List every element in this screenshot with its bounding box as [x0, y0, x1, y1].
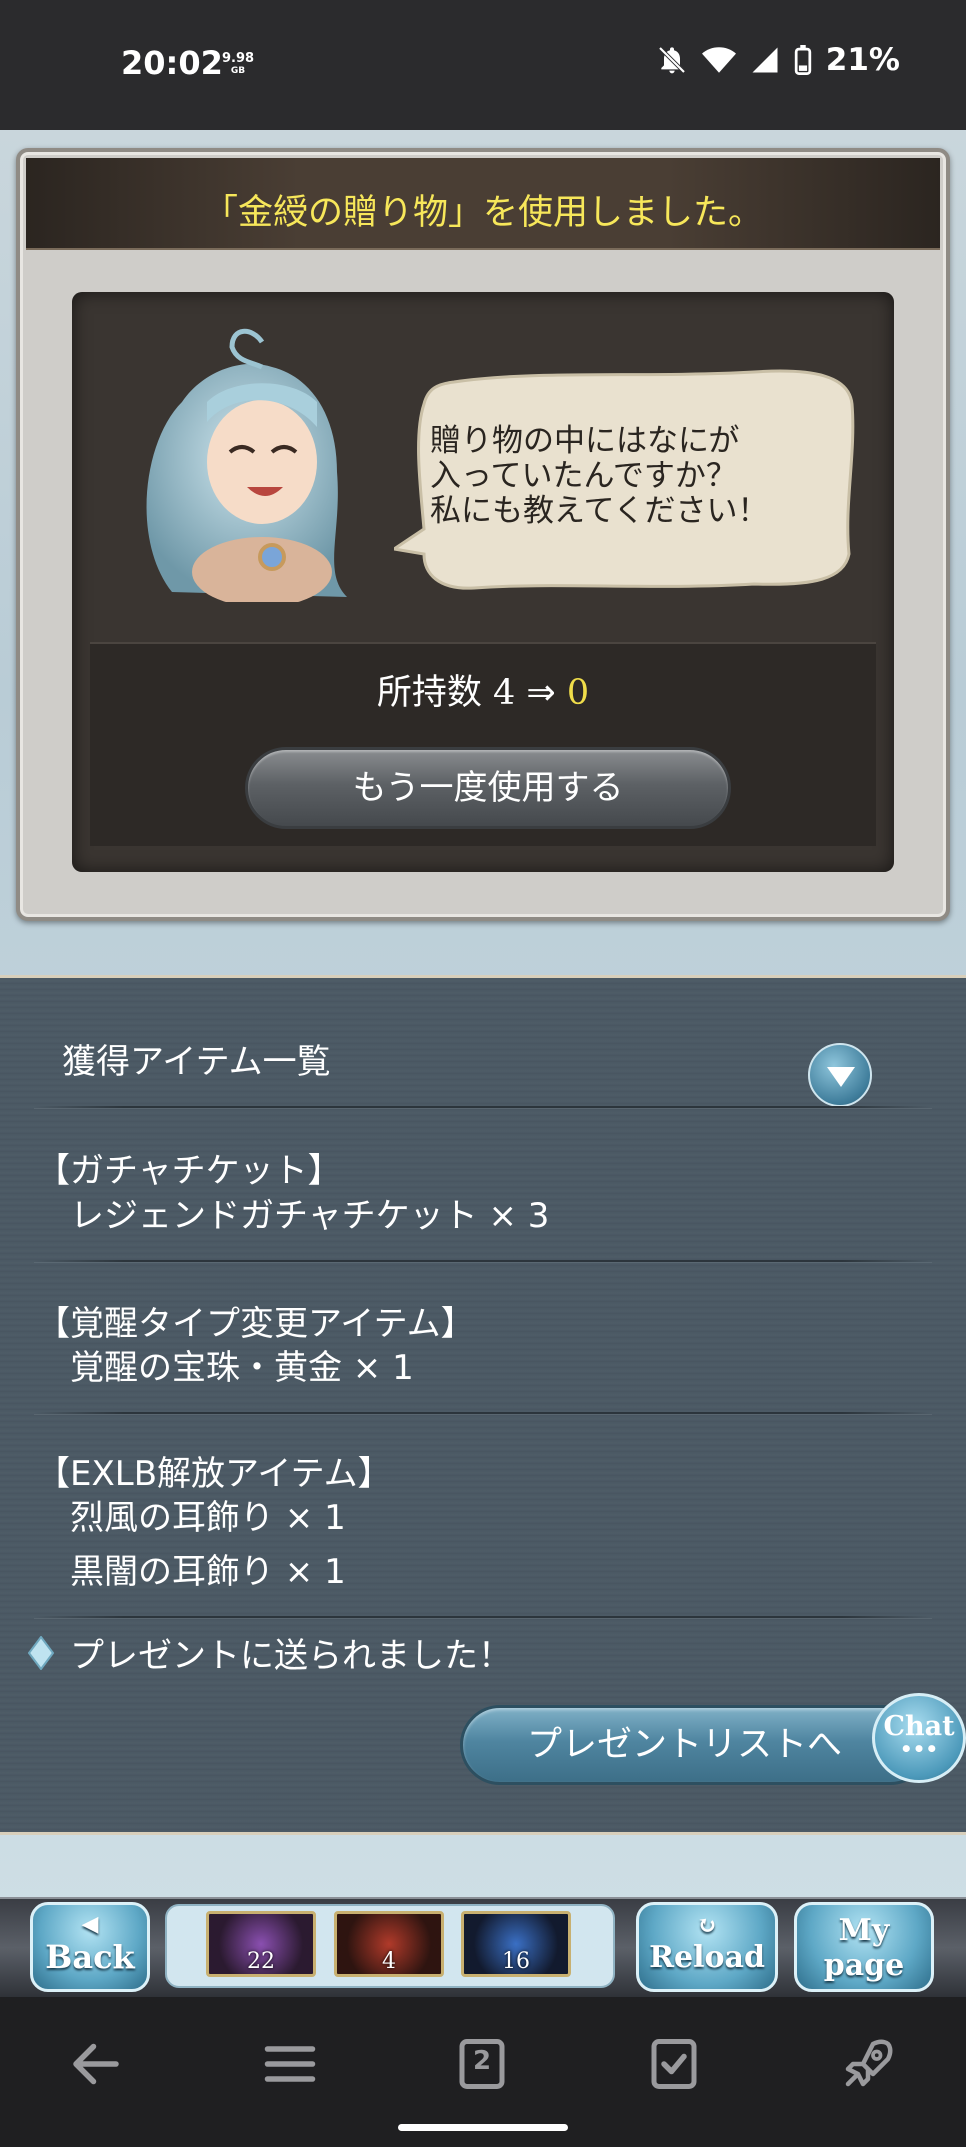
back-arrow-icon: ◀ — [81, 1911, 99, 1937]
quick-item-3[interactable]: 16 — [461, 1911, 571, 1977]
mypage-button[interactable]: My page — [794, 1902, 934, 1992]
owned-count-before: 4 — [492, 673, 516, 713]
memory-value: 9.98 — [222, 51, 255, 66]
present-list-button[interactable]: プレゼントリストへ — [460, 1705, 930, 1785]
notifications-off-icon — [658, 46, 686, 74]
owned-count: 所持数 4 ⇒ 0 — [72, 664, 894, 715]
quick-item-2[interactable]: 4 — [334, 1911, 444, 1977]
battery-percent: 21% — [825, 42, 900, 78]
wifi-icon — [701, 47, 736, 73]
dialog-header: 「金綬の贈り物」を使用しました。 — [26, 158, 940, 250]
item-category: 【ガチャチケット】 — [36, 1151, 342, 1191]
diamond-bullet-icon — [28, 1636, 54, 1670]
item-entry: レジェンドガチャチケット × 3 — [70, 1196, 550, 1236]
home-gesture-bar[interactable] — [398, 2124, 568, 2131]
character-portrait — [146, 328, 347, 602]
divider — [34, 1260, 932, 1262]
status-icons: 21% — [656, 42, 900, 78]
back-button[interactable]: ◀ Back — [30, 1902, 150, 1992]
item-entry: 烈風の耳飾り × 1 — [70, 1498, 346, 1538]
memory-unit: GB — [230, 66, 246, 76]
back-label: Back — [45, 1938, 135, 1976]
divider — [34, 1616, 932, 1618]
clock: 20:02 — [121, 44, 223, 82]
reload-label: Reload — [649, 1940, 765, 1975]
item-category: 【覚醒タイプ変更アイテム】 — [36, 1304, 475, 1344]
battery-icon — [794, 45, 811, 75]
divider — [34, 1106, 932, 1108]
memory-indicator: 9.98 GB — [222, 52, 254, 78]
dialog-title: 「金綬の贈り物」を使用しました。 — [202, 193, 763, 233]
item-entry: 覚醒の宝珠・黄金 × 1 — [70, 1348, 414, 1388]
item-entry: 黒闇の耳飾り × 1 — [70, 1552, 346, 1592]
status-bar: 20:02 9.98 GB 21% — [0, 0, 966, 130]
item-used-dialog: 「金綬の贈り物」を使用しました。 贈り物の中にはなにが 入っていたんですか？ 私… — [16, 148, 950, 921]
checkbox-icon[interactable] — [644, 2034, 704, 2094]
quick-item-count: 4 — [382, 1949, 396, 1974]
back-arrow-icon[interactable] — [66, 2034, 126, 2094]
mypage-label-top: My — [838, 1913, 890, 1948]
rocket-icon[interactable] — [838, 2034, 898, 2094]
signal-icon — [752, 47, 778, 73]
obtained-items-header: 獲得アイテム一覧 — [62, 1042, 331, 1082]
quick-item-count: 16 — [502, 1949, 530, 1974]
owned-count-arrow: ⇒ — [526, 673, 556, 713]
speech-text: 贈り物の中にはなにが 入っていたんですか？ 私にも教えてください！ — [430, 424, 830, 529]
reload-icon: ↻ — [696, 1910, 718, 1939]
speech-line: 入っていたんですか？ — [430, 458, 737, 494]
tabs-button[interactable]: 2 — [452, 2034, 512, 2094]
menu-icon[interactable] — [260, 2034, 320, 2094]
tab-count: 2 — [472, 2046, 492, 2076]
present-notice: プレゼントに送られました！ — [70, 1636, 512, 1676]
item-category: 【EXLB解放アイテム】 — [36, 1454, 392, 1494]
chat-dots-icon: ••• — [899, 1737, 939, 1761]
quick-item-count: 22 — [247, 1949, 275, 1974]
reload-button[interactable]: ↻ Reload — [636, 1902, 778, 1992]
chat-button[interactable]: Chat ••• — [872, 1693, 966, 1783]
speech-line: 私にも教えてください！ — [430, 493, 769, 529]
dialog-body: 贈り物の中にはなにが 入っていたんですか？ 私にも教えてください！ 所持数 4 … — [72, 292, 894, 872]
owned-count-after: 0 — [566, 673, 590, 713]
divider — [34, 1412, 932, 1414]
mypage-label-bottom: page — [823, 1948, 905, 1983]
speech-line: 贈り物の中にはなにが — [430, 423, 740, 459]
owned-count-label: 所持数 — [376, 673, 482, 713]
collapse-toggle-icon[interactable] — [808, 1043, 872, 1107]
quick-item-1[interactable]: 22 — [206, 1911, 316, 1977]
use-again-button[interactable]: もう一度使用する — [245, 747, 731, 829]
